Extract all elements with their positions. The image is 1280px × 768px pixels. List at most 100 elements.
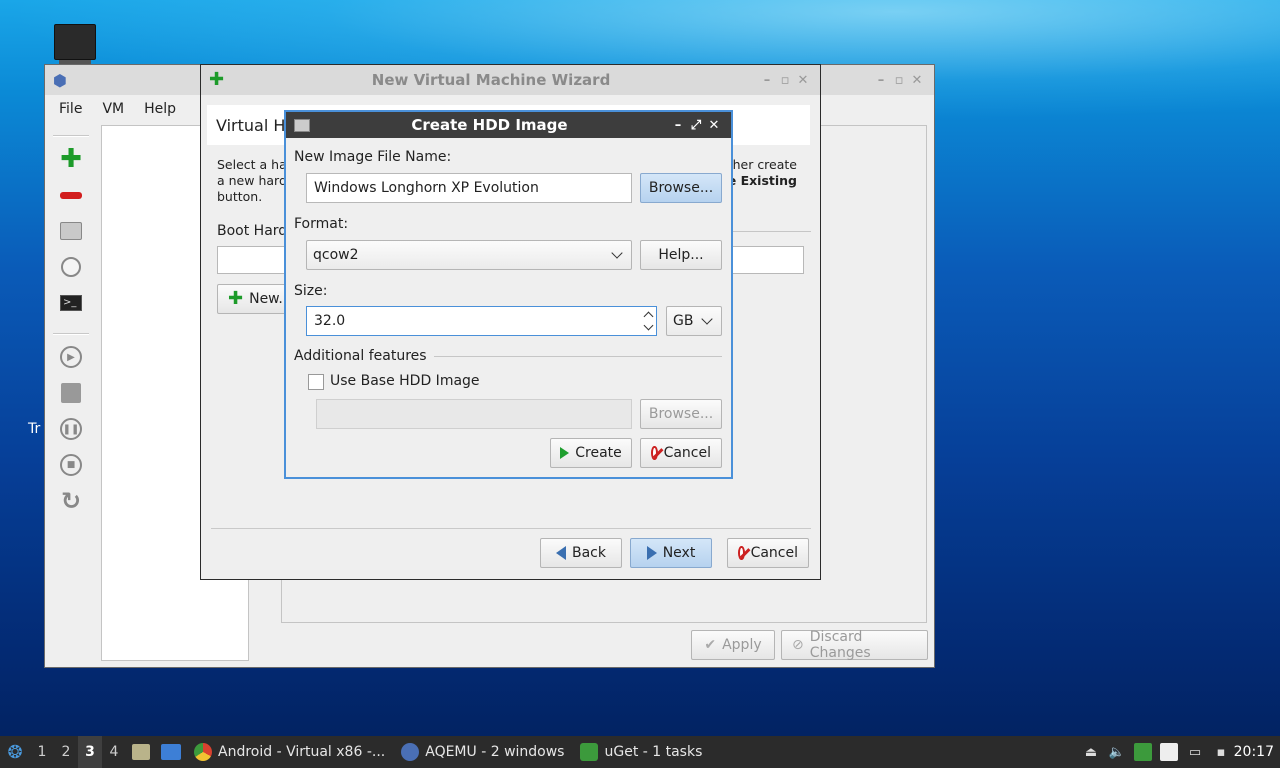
discard-changes-button[interactable]: ⊘ Discard Changes (781, 629, 928, 661)
format-value: qcow2 (313, 247, 359, 263)
workspace-1[interactable]: 1 (30, 744, 54, 760)
menu-help[interactable]: Help (134, 101, 186, 117)
maximize-icon[interactable]: ▫ (890, 73, 908, 88)
toolbar-separator (53, 333, 89, 335)
check-icon: ✔ (704, 637, 717, 653)
back-button[interactable]: Back (540, 538, 622, 568)
spin-arrows-icon[interactable] (643, 309, 654, 331)
minimize-icon[interactable]: – (872, 73, 890, 88)
task-uget[interactable]: uGet - 1 tasks (572, 736, 710, 768)
aqemu-app-icon: ⬢ (53, 70, 67, 90)
wizard-app-icon: ✚ (209, 69, 225, 90)
base-browse-button: Browse... (640, 399, 722, 429)
workspace-4[interactable]: 4 (102, 744, 126, 760)
start-menu-icon[interactable]: ❂ (0, 736, 30, 768)
next-button[interactable]: Next (630, 538, 712, 568)
task-label: Android - Virtual x86 -... (218, 744, 386, 760)
create-label: Create (575, 445, 622, 461)
back-label: Back (572, 545, 606, 561)
clipboard-icon[interactable] (1160, 743, 1178, 761)
desc-line1-left: Select a har (217, 157, 292, 172)
use-base-hdd-checkbox[interactable] (308, 374, 324, 390)
vm-toolbar: ✚ >_ ▶ ❚❚ ■ ↻ (53, 131, 89, 519)
wizard-titlebar[interactable]: ✚ New Virtual Machine Wizard – ▫ ✕ (201, 65, 820, 95)
back-arrow-icon (556, 546, 566, 560)
show-desktop-icon[interactable] (158, 741, 184, 763)
size-spinbox[interactable]: 32.0 (306, 306, 657, 336)
add-vm-icon[interactable]: ✚ (53, 141, 89, 177)
use-base-hdd-label[interactable]: Use Base HDD Image (330, 373, 480, 389)
close-icon[interactable]: ✕ (705, 118, 723, 133)
chrome-icon (194, 743, 212, 761)
hdd-dialog-titlebar[interactable]: Create HDD Image – ⤢ ✕ (286, 112, 731, 138)
create-button[interactable]: Create (550, 438, 632, 468)
cancel-icon (651, 446, 658, 460)
notification-icon[interactable]: ▪ (1212, 743, 1230, 761)
wizard-title: New Virtual Machine Wizard (371, 71, 611, 89)
task-android-emulator[interactable]: Android - Virtual x86 -... (186, 736, 393, 768)
desc-line2-left: a new hard (217, 173, 287, 188)
size-unit-value: GB (673, 313, 694, 329)
hdd-icon[interactable] (53, 213, 89, 249)
size-value: 32.0 (314, 313, 346, 329)
create-hdd-dialog: Create HDD Image – ⤢ ✕ New Image File Na… (284, 110, 733, 479)
file-manager-icon[interactable] (128, 741, 154, 763)
clock-icon[interactable] (53, 249, 89, 285)
play-icon[interactable]: ▶ (53, 339, 89, 375)
menu-file[interactable]: File (49, 101, 92, 117)
next-arrow-icon (646, 546, 657, 560)
terminal-icon[interactable]: >_ (53, 285, 89, 321)
task-label: AQEMU - 2 windows (425, 744, 565, 760)
file-name-input[interactable]: Windows Longhorn XP Evolution (306, 173, 632, 203)
workspace-2[interactable]: 2 (54, 744, 78, 760)
volume-icon[interactable]: 🔈 (1108, 743, 1126, 761)
hdd-dialog-title: Create HDD Image (411, 116, 568, 134)
maximize-icon[interactable]: ▫ (776, 73, 794, 88)
eject-icon[interactable]: ⏏ (1082, 743, 1100, 761)
pause-icon[interactable]: ❚❚ (53, 411, 89, 447)
discard-icon: ⊘ (792, 637, 804, 653)
wizard-cancel-button[interactable]: Cancel (727, 538, 809, 568)
uget-tray-icon[interactable] (1134, 743, 1152, 761)
clock[interactable]: 20:17 (1234, 736, 1274, 768)
desktop-monitor-icon[interactable] (54, 24, 96, 65)
minimize-icon[interactable]: – (669, 118, 687, 133)
discard-label: Discard Changes (809, 629, 871, 661)
cancel-icon (738, 546, 745, 560)
boot-group-line (721, 231, 811, 232)
wizard-separator (211, 528, 811, 529)
next-label: Next (662, 545, 696, 561)
close-icon[interactable]: ✕ (794, 73, 812, 88)
maximize-icon[interactable]: ⤢ (687, 118, 705, 133)
aqemu-icon (401, 743, 420, 761)
taskbar: ❂ 1 2 3 4 Android - Virtual x86 -... AQE… (0, 736, 1280, 768)
workspace-3[interactable]: 3 (78, 736, 102, 768)
hdd-cancel-button[interactable]: Cancel (640, 438, 722, 468)
desktop-icon-label: Tr (28, 421, 41, 437)
format-select[interactable]: qcow2 (306, 240, 632, 270)
size-unit-select[interactable]: GB (666, 306, 722, 336)
format-help-button[interactable]: Help... (640, 240, 722, 270)
remove-vm-icon[interactable] (53, 177, 89, 213)
save-icon[interactable] (53, 375, 89, 411)
hdd-dialog-icon (294, 118, 310, 132)
create-play-icon (560, 447, 570, 459)
close-icon[interactable]: ✕ (908, 73, 926, 88)
toolbar-separator (53, 135, 89, 137)
apply-button[interactable]: ✔ Apply (691, 630, 775, 660)
minimize-icon[interactable]: – (758, 73, 776, 88)
stop-icon[interactable]: ■ (53, 447, 89, 483)
system-tray: ⏏ 🔈 ▭ ▪ (1082, 736, 1230, 768)
menu-vm[interactable]: VM (92, 101, 134, 117)
chevron-down-icon (701, 313, 713, 325)
boot-hard-disk-label: Boot Hard (217, 223, 288, 239)
browse-button[interactable]: Browse... (640, 173, 722, 203)
file-name-label: New Image File Name: (294, 149, 452, 165)
plus-icon: ✚ (228, 288, 244, 309)
task-aqemu[interactable]: AQEMU - 2 windows (393, 736, 572, 768)
size-label: Size: (294, 283, 328, 299)
reset-icon[interactable]: ↻ (53, 483, 89, 519)
apply-label: Apply (722, 637, 762, 653)
format-label: Format: (294, 216, 349, 232)
network-icon[interactable]: ▭ (1186, 743, 1204, 761)
